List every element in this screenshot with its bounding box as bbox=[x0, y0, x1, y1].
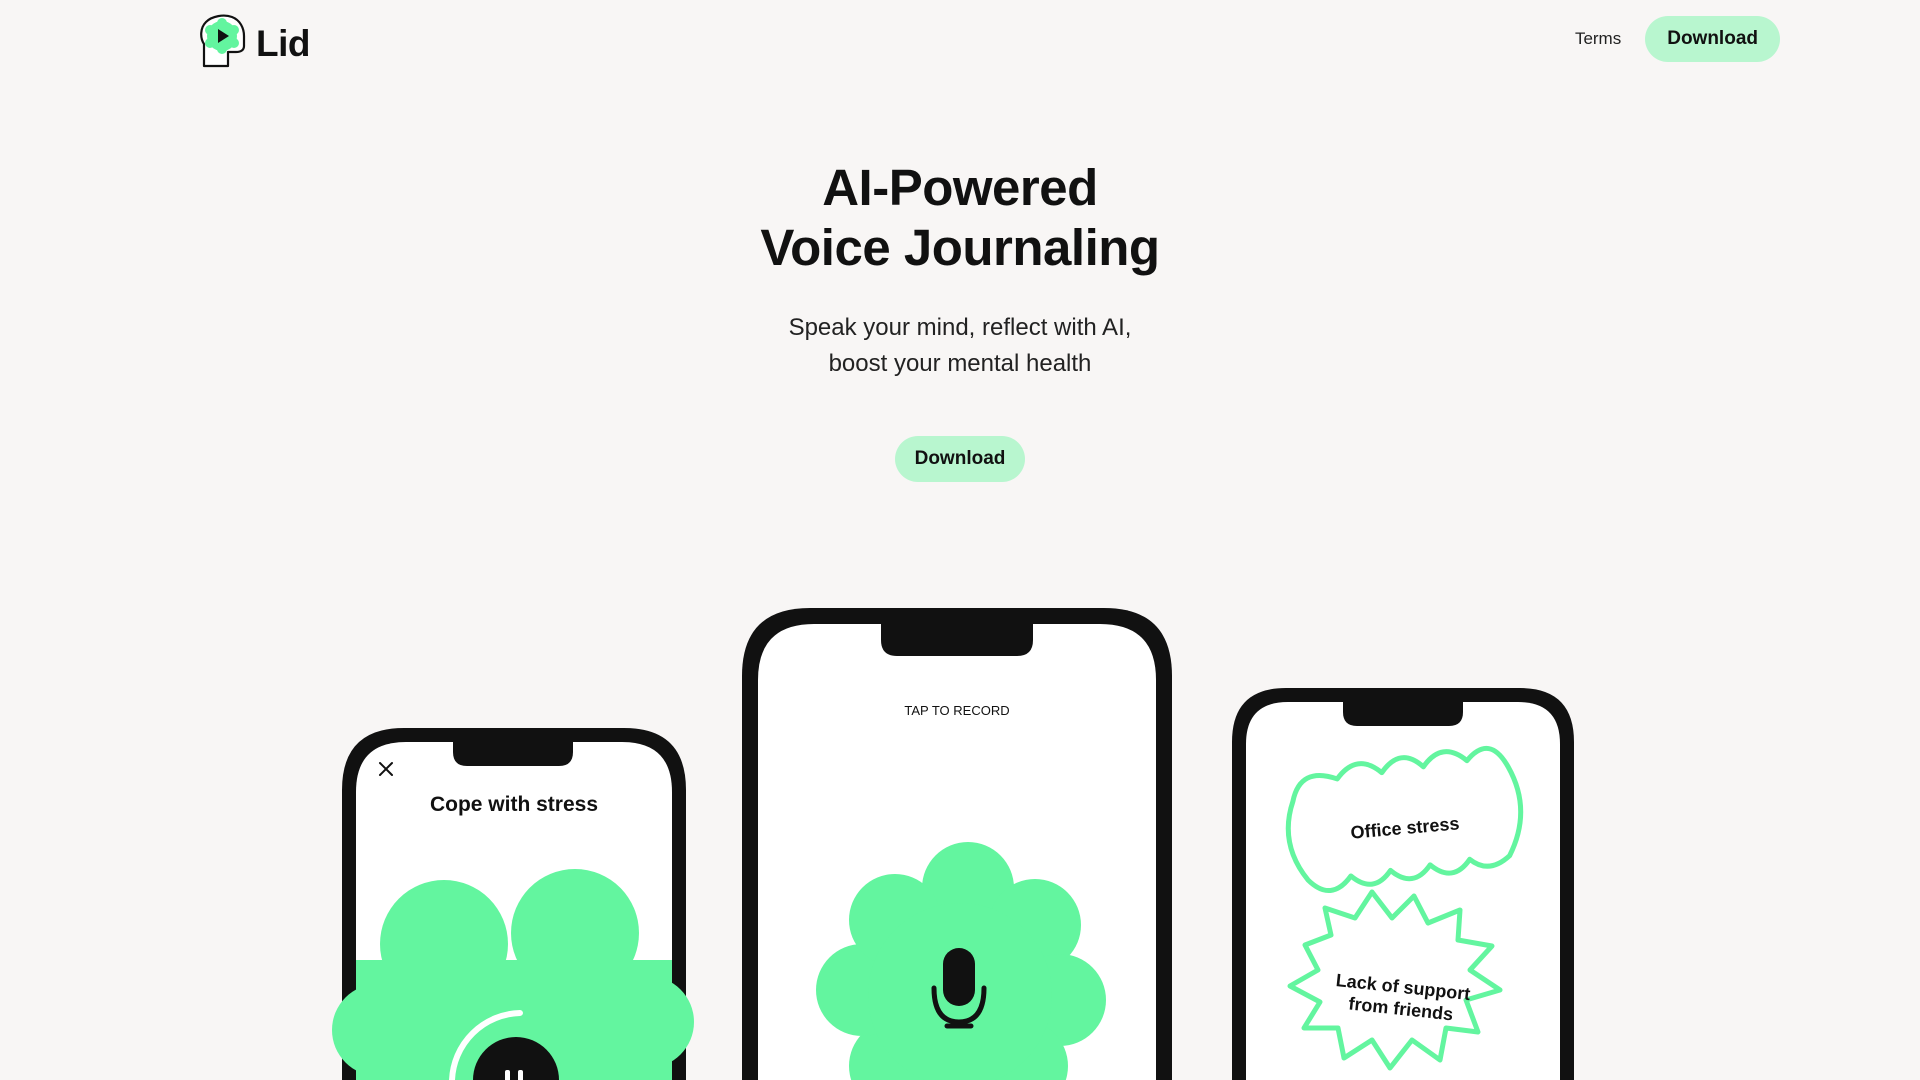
tag-office-stress: Office stress bbox=[1349, 813, 1461, 843]
right-phone bbox=[1232, 688, 1574, 1080]
hero-subtitle: Speak your mind, reflect with AI, boost … bbox=[0, 310, 1920, 382]
support-burst bbox=[1287, 889, 1503, 1071]
download-button-hero[interactable]: Download bbox=[894, 436, 1026, 482]
center-phone bbox=[742, 608, 1172, 1080]
tag-support: Lack of support from friends bbox=[1310, 967, 1494, 1030]
pause-icon bbox=[505, 1070, 523, 1080]
top-nav: Terms Download bbox=[1575, 16, 1780, 62]
hero: AI-Powered Voice Journaling Speak your m… bbox=[0, 158, 1920, 482]
play-head-icon bbox=[198, 14, 246, 73]
terms-link[interactable]: Terms bbox=[1575, 29, 1621, 49]
hero-subtitle-line1: Speak your mind, reflect with AI, bbox=[788, 314, 1132, 341]
hero-title-line2: Voice Journaling bbox=[760, 219, 1160, 276]
hero-subtitle-line2: boost your mental health bbox=[828, 350, 1092, 377]
logo[interactable]: Lid bbox=[198, 14, 310, 73]
close-icon[interactable] bbox=[379, 762, 393, 776]
tag-support-line2: from friends bbox=[1347, 993, 1455, 1025]
record-cloud bbox=[816, 842, 1106, 1080]
tag-support-line1: Lack of support bbox=[1334, 970, 1472, 1005]
left-phone-title: Cope with stress bbox=[429, 793, 599, 816]
hero-title-line1: AI-Powered bbox=[822, 159, 1098, 216]
left-phone bbox=[332, 728, 694, 1080]
tap-to-record-label: TAP TO RECORD bbox=[904, 703, 1010, 718]
office-stress-cloud bbox=[1285, 746, 1524, 893]
brand-name: Lid bbox=[256, 22, 310, 64]
hero-title: AI-Powered Voice Journaling bbox=[0, 158, 1920, 278]
download-button-nav[interactable]: Download bbox=[1645, 16, 1780, 62]
stress-cloud bbox=[332, 869, 694, 1080]
microphone-icon[interactable] bbox=[931, 948, 987, 1029]
